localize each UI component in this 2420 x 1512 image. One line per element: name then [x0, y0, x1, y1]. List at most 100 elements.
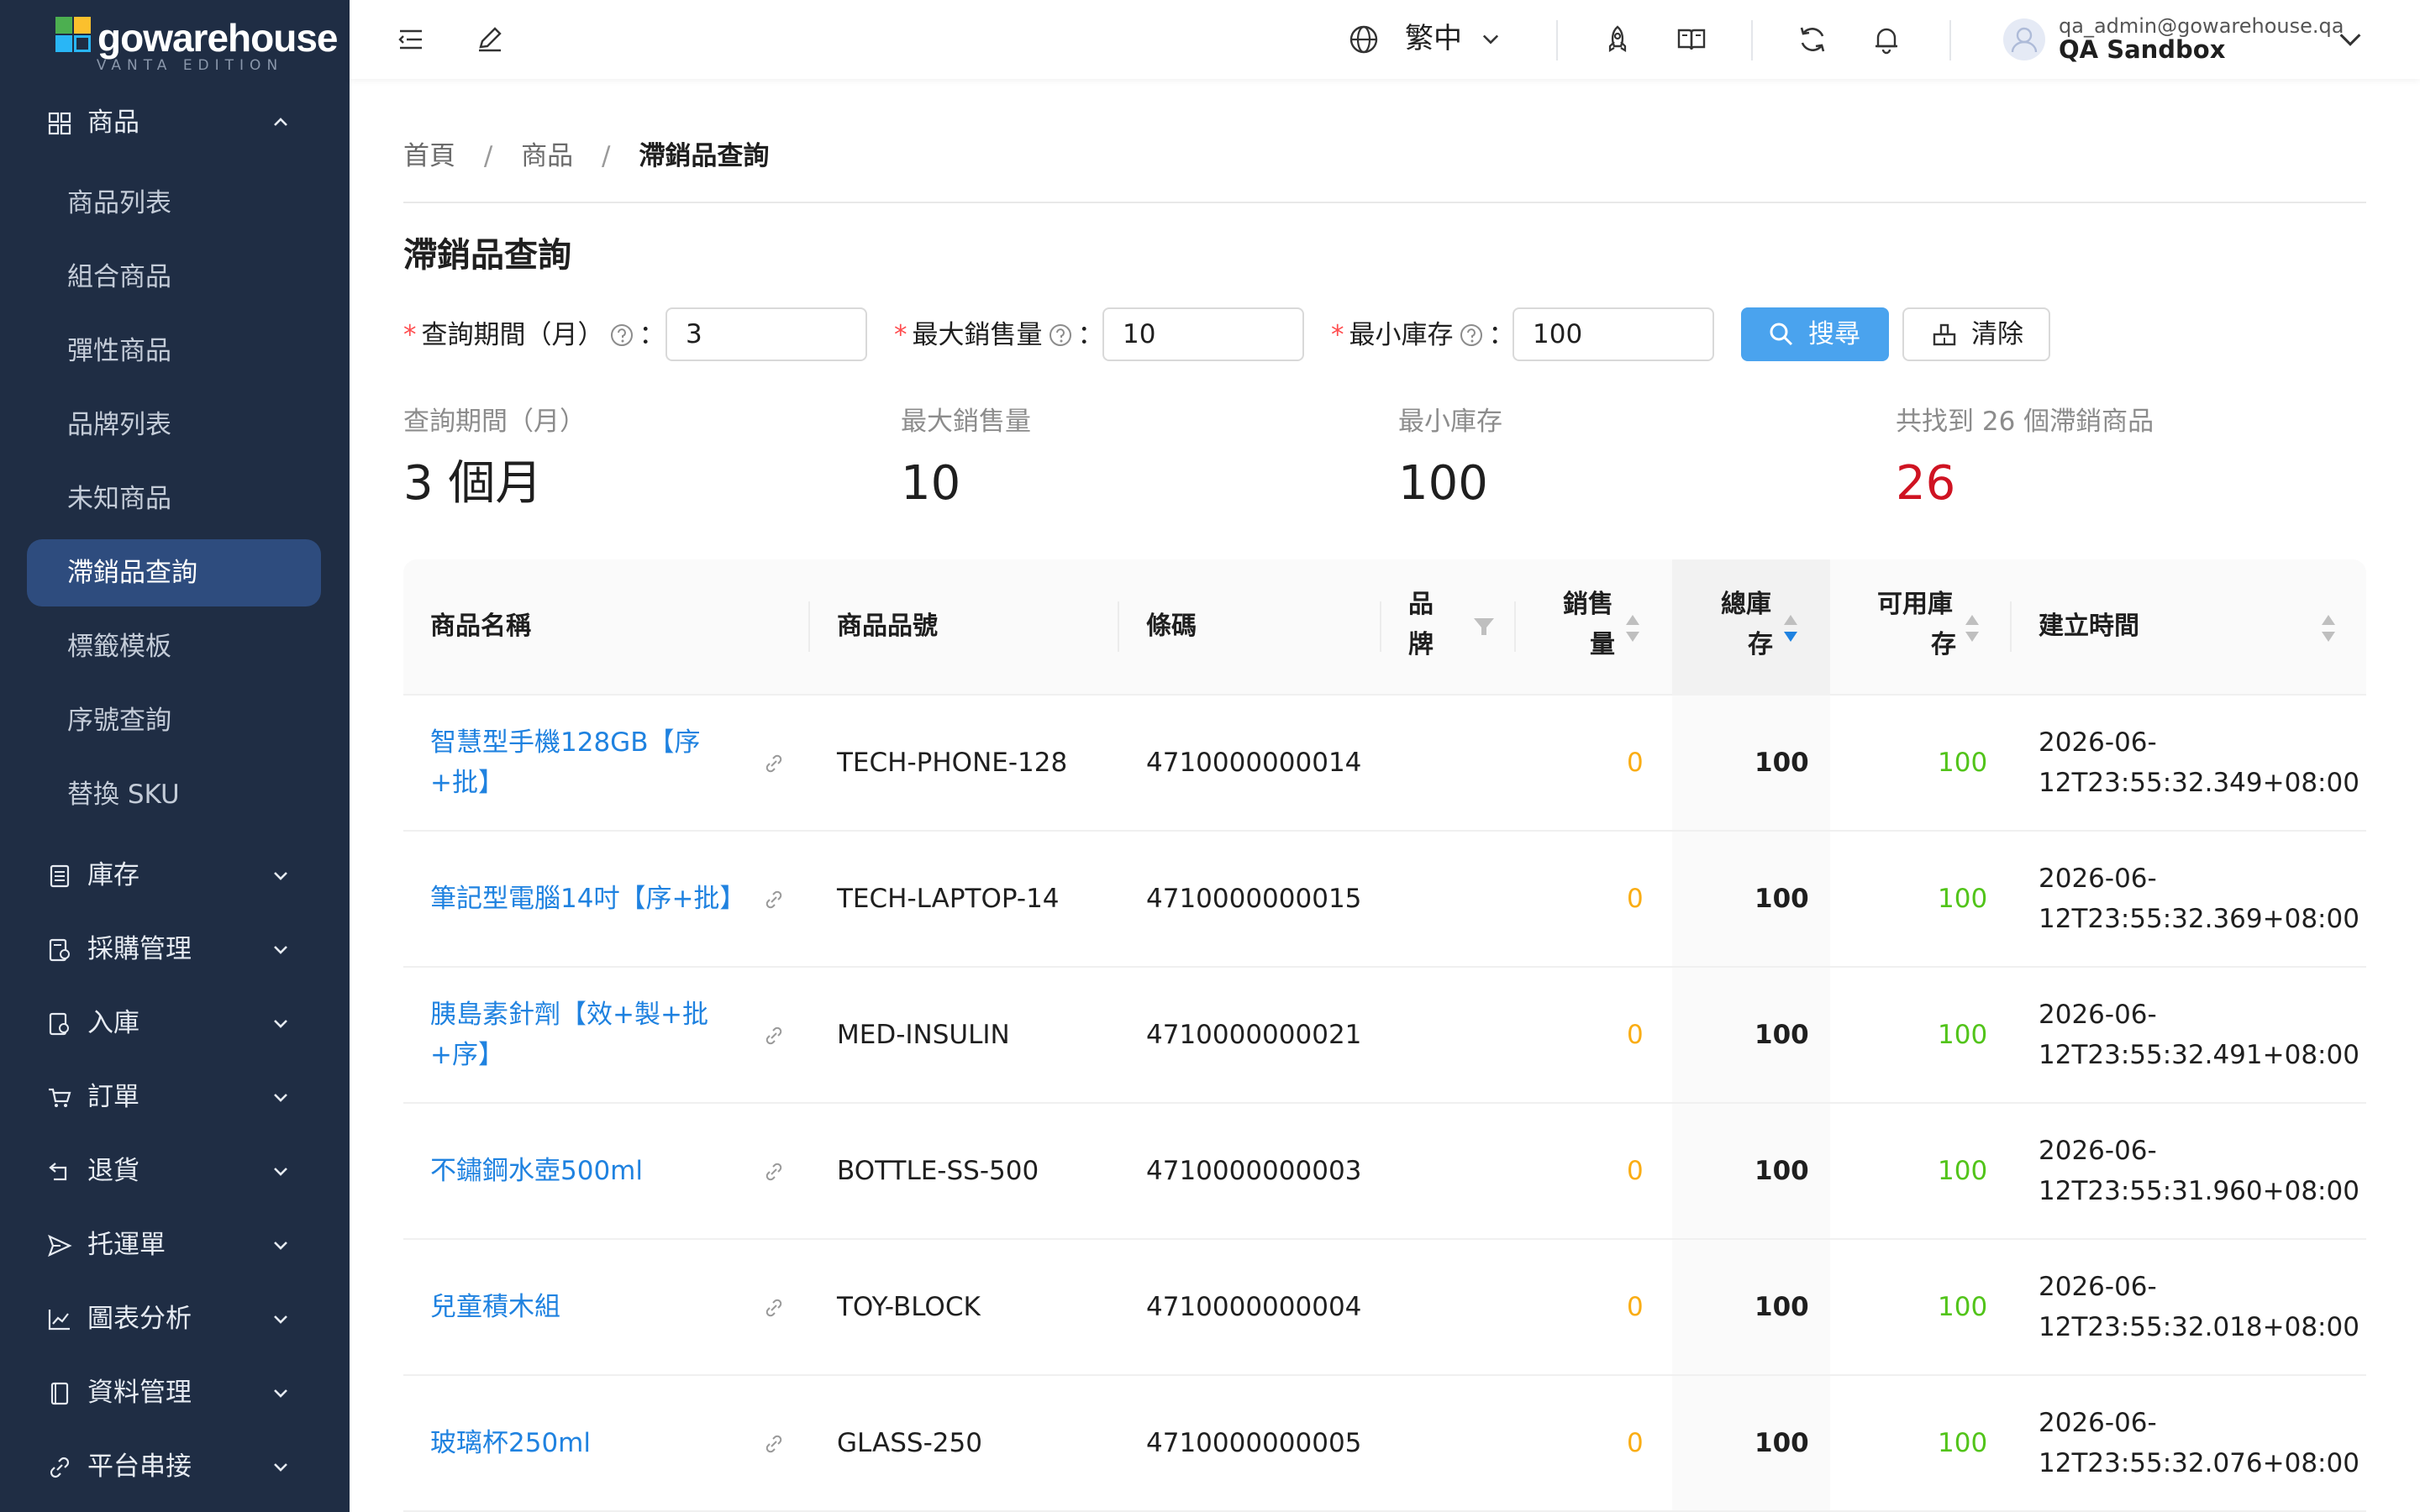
chevron-up-icon	[274, 118, 287, 126]
barcode-cell: 4710000000014	[1146, 748, 1362, 778]
sort-icon[interactable]	[1623, 612, 1642, 645]
created-cell: 12T23:55:32.491+08:00	[2039, 1040, 2360, 1070]
menu-fold-icon[interactable]	[395, 24, 427, 55]
table-row: 胰島素針劑【效+製+批 +序】 MED-INSULIN 471000000002…	[403, 968, 2366, 1104]
link-icon[interactable]	[763, 1433, 785, 1455]
barcode-cell: 4710000000004	[1146, 1292, 1362, 1322]
brand-edition: VANTA EDITION	[96, 57, 284, 74]
sidebar-group-orders[interactable]: 訂單	[0, 1067, 350, 1127]
chevron-down-icon	[274, 1315, 287, 1324]
send-icon	[48, 1234, 72, 1257]
sidebar-item-replace-sku[interactable]: 替換 SKU	[67, 764, 319, 825]
min-stock-input[interactable]: 100	[1512, 307, 1714, 361]
link-icon[interactable]	[763, 1025, 785, 1047]
filter-icon[interactable]	[1472, 615, 1496, 638]
book-icon	[50, 1382, 69, 1405]
barcode-cell: 4710000000005	[1146, 1428, 1362, 1458]
chevron-down-icon[interactable]	[2336, 25, 2365, 54]
sidebar-group-returns[interactable]: 退貨	[0, 1141, 350, 1201]
sidebar-item-product-list[interactable]: 商品列表	[67, 173, 319, 234]
period-label: * 查詢期間（月）：	[403, 320, 666, 350]
col-sales-header-line2: 量	[1590, 630, 1615, 659]
created-cell: 12T23:55:32.369+08:00	[2039, 904, 2360, 934]
breadcrumb-home[interactable]: 首頁	[403, 138, 455, 175]
chevron-down-icon[interactable]	[1479, 27, 1502, 50]
brand-name: gowarehouse	[97, 16, 339, 60]
sidebar-item-label-templates[interactable]: 標籤模板	[67, 617, 319, 677]
sort-icon[interactable]	[2319, 612, 2338, 645]
sidebar-group-products[interactable]: 商品	[0, 92, 350, 153]
sidebar-group-label: 庫存	[87, 860, 139, 890]
sidebar-group-label: 資料管理	[87, 1378, 192, 1408]
question-icon[interactable]	[1048, 323, 1073, 348]
refresh-icon[interactable]	[1797, 24, 1828, 55]
product-name-link[interactable]: +序】	[430, 1035, 504, 1075]
total-stock-cell: 100	[1754, 1428, 1809, 1458]
purchase-icon	[49, 938, 70, 962]
col-barcode-header: 條碼	[1146, 612, 1197, 641]
link-icon[interactable]	[763, 1297, 785, 1319]
available-stock-cell: 100	[1938, 1156, 1988, 1186]
search-icon	[1770, 323, 1793, 346]
chevron-down-icon	[274, 1094, 287, 1102]
table-header: 商品名稱 商品品號 條碼 品 牌 銷售 量 總庫 存 可用庫 存 建立時間	[403, 559, 2366, 696]
col-total-stock-header-line1: 總庫	[1721, 590, 1771, 619]
sidebar-item-bundle-products[interactable]: 組合商品	[67, 247, 319, 307]
sidebar-group-data-management[interactable]: 資料管理	[0, 1362, 350, 1423]
stat-max-sales-label: 最大銷售量	[901, 407, 1031, 437]
language-selector[interactable]: 繁中	[1405, 20, 1462, 57]
bell-icon[interactable]	[1870, 24, 1902, 55]
rocket-icon[interactable]	[1602, 24, 1634, 55]
sidebar-group-label: 托運單	[87, 1230, 166, 1260]
sidebar-item-serial-query[interactable]: 序號查詢	[67, 690, 319, 751]
avatar[interactable]	[2003, 18, 2045, 60]
link-icon[interactable]	[763, 889, 785, 911]
available-stock-cell: 100	[1938, 748, 1988, 778]
sidebar-group-integrations[interactable]: 平台串接	[0, 1436, 350, 1497]
product-name-link[interactable]: +批】	[430, 763, 504, 803]
link-icon	[50, 1457, 70, 1478]
question-icon[interactable]	[609, 323, 634, 348]
globe-icon[interactable]	[1348, 24, 1380, 55]
sales-cell: 0	[1627, 1292, 1644, 1322]
divider	[403, 202, 2366, 203]
col-sales-header-line1: 銷售	[1563, 590, 1613, 619]
sidebar-group-purchasing[interactable]: 採購管理	[0, 919, 350, 979]
breadcrumb-section[interactable]: 商品	[521, 138, 573, 175]
sidebar-item-flexible-products[interactable]: 彈性商品	[67, 321, 319, 381]
sidebar-item-brand-list[interactable]: 品牌列表	[67, 395, 319, 455]
chevron-down-icon	[274, 872, 287, 880]
sort-descending-icon[interactable]	[1781, 612, 1800, 645]
clear-button[interactable]: 清除	[1902, 307, 2050, 361]
search-button[interactable]: 搜尋	[1741, 307, 1889, 361]
sidebar-group-inventory[interactable]: 庫存	[0, 845, 350, 906]
max-sales-input[interactable]: 10	[1102, 307, 1304, 361]
sidebar-group-analytics[interactable]: 圖表分析	[0, 1289, 350, 1349]
sales-cell: 0	[1627, 748, 1644, 778]
brand-logo[interactable]: gowarehouse VANTA EDITION	[55, 17, 339, 76]
search-button-label: 搜尋	[1808, 319, 1860, 349]
total-stock-cell: 100	[1754, 1156, 1809, 1186]
product-name-link[interactable]: 胰島素針劑【效+製+批	[430, 995, 708, 1035]
question-icon[interactable]	[1459, 323, 1484, 348]
period-input[interactable]: 3	[666, 307, 867, 361]
edit-icon[interactable]	[474, 24, 506, 55]
link-icon[interactable]	[763, 1161, 785, 1183]
product-name-link[interactable]: 筆記型電腦14吋【序+批】	[430, 879, 745, 919]
column-separator	[2010, 601, 2012, 652]
created-cell: 12T23:55:32.349+08:00	[2039, 768, 2360, 798]
link-icon[interactable]	[763, 753, 785, 774]
product-name-link[interactable]: 不鏽鋼水壺500ml	[430, 1151, 643, 1191]
product-name-link[interactable]: 玻璃杯250ml	[430, 1423, 591, 1463]
sidebar-item-unknown-products[interactable]: 未知商品	[67, 469, 319, 529]
barcode-cell: 4710000000021	[1146, 1020, 1362, 1050]
sidebar-group-inbound[interactable]: 入庫	[0, 993, 350, 1053]
sidebar-group-shipping[interactable]: 托運單	[0, 1215, 350, 1275]
col-available-stock-header-line2: 存	[1931, 630, 1956, 659]
created-cell: 12T23:55:32.018+08:00	[2039, 1312, 2360, 1342]
product-name-link[interactable]: 兒童積木組	[430, 1287, 560, 1327]
product-name-link[interactable]: 智慧型手機128GB【序	[430, 722, 700, 763]
sidebar-item-slow-moving-query[interactable]: 滯銷品查詢	[27, 539, 321, 606]
sort-icon[interactable]	[1963, 612, 1981, 645]
read-book-icon[interactable]	[1676, 24, 1707, 55]
